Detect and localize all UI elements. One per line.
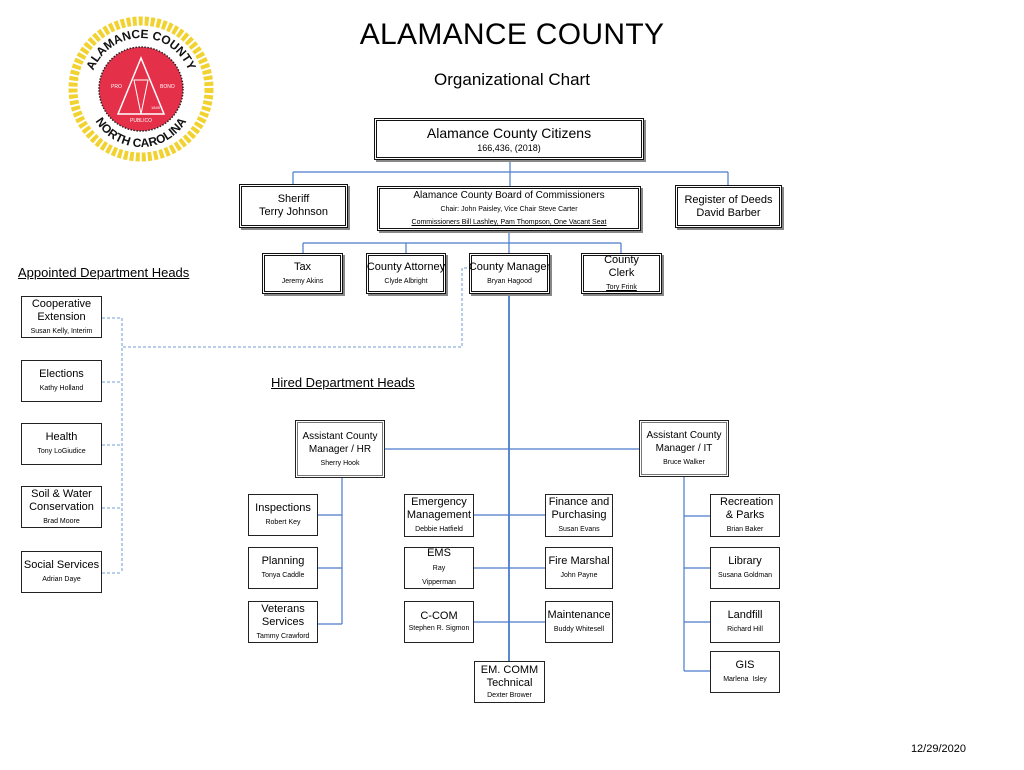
chart-date: 12/29/2020 bbox=[910, 743, 966, 755]
node-name: Marlena Isley bbox=[723, 676, 767, 683]
node-name: Sherry Hook bbox=[320, 459, 360, 467]
node-fire-marshal[interactable]: Fire Marshal John Payne bbox=[545, 547, 613, 589]
node-ems[interactable]: EMS Ray Vipperman bbox=[404, 547, 474, 589]
node-title: Elections bbox=[39, 368, 84, 380]
seal-bottom-word: PUBLICO bbox=[130, 118, 152, 124]
node-name: Susana Goldman bbox=[717, 572, 773, 579]
node-name: Terry Johnson bbox=[258, 206, 329, 218]
node-title: Alamance County Board of Commissioners bbox=[413, 190, 605, 201]
node-veterans-services[interactable]: Veterans Services Tammy Crawford bbox=[248, 601, 318, 643]
node-gis[interactable]: GIS Marlena Isley bbox=[710, 651, 780, 693]
node-name: Susan Evans bbox=[558, 526, 600, 533]
node-name: Adrian Daye bbox=[42, 576, 81, 583]
node-name: Ray Vipperman bbox=[422, 564, 456, 586]
node-landfill[interactable]: Landfill Richard Hill bbox=[710, 601, 780, 643]
node-name: Robert Key bbox=[265, 519, 301, 526]
node-county-clerk[interactable]: County Clerk Tory Frink bbox=[581, 253, 662, 294]
node-sub: 166,436, (2018) bbox=[477, 142, 541, 153]
node-board-of-commissioners[interactable]: Alamance County Board of Commissioners C… bbox=[377, 186, 641, 231]
node-line2: Commissioners Bill Lashley, Pam Thompson… bbox=[411, 219, 607, 226]
node-name: Richard Hill bbox=[727, 626, 763, 633]
node-title: Library bbox=[728, 555, 762, 567]
node-name: Tony LoGiudice bbox=[37, 448, 86, 455]
seal-year: 1849 bbox=[151, 105, 161, 110]
node-title: Soil & Water Conservation bbox=[29, 487, 94, 513]
node-recreation-parks[interactable]: Recreation & Parks Brian Baker bbox=[710, 494, 780, 537]
node-title: Veterans Services bbox=[261, 602, 305, 628]
node-line1: Chair: John Paisley, Vice Chair Steve Ca… bbox=[440, 206, 578, 213]
node-title: C-COM bbox=[420, 610, 458, 622]
node-title: Health bbox=[45, 431, 78, 443]
page-subtitle: Organizational Chart bbox=[434, 70, 590, 89]
node-acm-hr[interactable]: Assistant County Manager / HR Sherry Hoo… bbox=[295, 420, 385, 478]
node-citizens[interactable]: Alamance County Citizens 166,436, (2018) bbox=[374, 118, 644, 160]
node-title: Landfill bbox=[727, 609, 763, 621]
node-title: Inspections bbox=[255, 502, 311, 514]
node-title: EM. COMM Technical bbox=[480, 663, 539, 689]
node-name: Susan Kelly, Interim bbox=[30, 327, 93, 335]
node-title: County Attorney bbox=[366, 260, 446, 273]
node-name: David Barber bbox=[696, 206, 761, 219]
node-title: Maintenance bbox=[547, 609, 611, 621]
node-name: Tammy Crawford bbox=[256, 632, 310, 640]
node-tax[interactable]: Tax Jeremy Akins bbox=[262, 253, 343, 294]
node-elections[interactable]: Elections Kathy Holland bbox=[21, 360, 102, 402]
node-title: Cooperative Extension bbox=[31, 297, 92, 323]
node-title: Planning bbox=[261, 555, 305, 567]
node-title: Assistant County Manager / HR bbox=[302, 430, 378, 455]
node-title: Sheriff bbox=[277, 193, 310, 205]
node-inspections[interactable]: Inspections Robert Key bbox=[248, 494, 318, 536]
node-name: Brian Baker bbox=[726, 526, 764, 533]
node-title: GIS bbox=[735, 659, 755, 671]
node-name: Tory Frink bbox=[606, 284, 637, 291]
appointed-heading: Appointed Department Heads bbox=[18, 265, 190, 280]
node-planning[interactable]: Planning Tonya Caddle bbox=[248, 547, 318, 589]
page-title: ALAMANCE COUNTY bbox=[359, 18, 665, 51]
node-name: Tonya Caddle bbox=[261, 572, 305, 579]
hired-heading: Hired Department Heads bbox=[271, 375, 415, 390]
node-name: Bruce Walker bbox=[663, 459, 705, 466]
node-soil-water-conservation[interactable]: Soil & Water Conservation Brad Moore bbox=[21, 486, 102, 528]
node-name: Debbie Hatfield bbox=[415, 526, 463, 533]
node-name: Kathy Holland bbox=[39, 385, 84, 392]
node-county-attorney[interactable]: County Attorney Clyde Albright bbox=[366, 253, 446, 294]
node-title: Recreation & Parks bbox=[720, 496, 774, 521]
node-name: Dexter Brower bbox=[487, 691, 532, 699]
node-title: Assistant County Manager / IT bbox=[646, 430, 722, 454]
node-title: Tax bbox=[293, 260, 312, 273]
node-register-of-deeds[interactable]: Register of Deeds David Barber bbox=[675, 185, 782, 228]
node-title: Register of Deeds bbox=[684, 193, 773, 206]
node-name: Clyde Albright bbox=[384, 277, 428, 285]
node-emergency-management[interactable]: Emergency Management Debbie Hatfield bbox=[404, 494, 474, 537]
node-county-manager[interactable]: County Manager Bryan Hagood bbox=[469, 253, 550, 294]
node-title: Emergency Management bbox=[406, 496, 472, 521]
node-health[interactable]: Health Tony LoGiudice bbox=[21, 423, 102, 465]
node-cooperative-extension[interactable]: Cooperative Extension Susan Kelly, Inter… bbox=[21, 296, 102, 338]
node-title: Fire Marshal bbox=[548, 555, 610, 567]
node-name: Stephen R. Sigmon bbox=[408, 625, 470, 632]
node-title: Alamance County Citizens bbox=[426, 124, 592, 141]
node-name: John Payne bbox=[560, 572, 598, 579]
node-c-com[interactable]: C-COM Stephen R. Sigmon bbox=[404, 601, 474, 643]
node-title: EMS bbox=[427, 546, 451, 559]
node-em-comm-technical[interactable]: EM. COMM Technical Dexter Brower bbox=[474, 661, 545, 703]
node-title: Finance and Purchasing bbox=[548, 496, 610, 521]
node-name: Brad Moore bbox=[43, 517, 80, 525]
node-sheriff[interactable]: Sheriff Terry Johnson bbox=[239, 184, 348, 228]
node-title: County Manager bbox=[468, 260, 551, 273]
node-library[interactable]: Library Susana Goldman bbox=[710, 547, 780, 589]
node-name: Buddy Whitesell bbox=[553, 626, 605, 633]
node-title: Social Services bbox=[23, 559, 100, 571]
node-name: Bryan Hagood bbox=[487, 277, 532, 285]
node-maintenance[interactable]: Maintenance Buddy Whitesell bbox=[545, 601, 613, 643]
node-title: County Clerk bbox=[604, 254, 639, 279]
node-acm-it[interactable]: Assistant County Manager / IT Bruce Walk… bbox=[639, 420, 729, 477]
node-name: Jeremy Akins bbox=[281, 277, 324, 285]
node-finance-purchasing[interactable]: Finance and Purchasing Susan Evans bbox=[545, 494, 613, 537]
node-social-services[interactable]: Social Services Adrian Daye bbox=[21, 551, 102, 593]
